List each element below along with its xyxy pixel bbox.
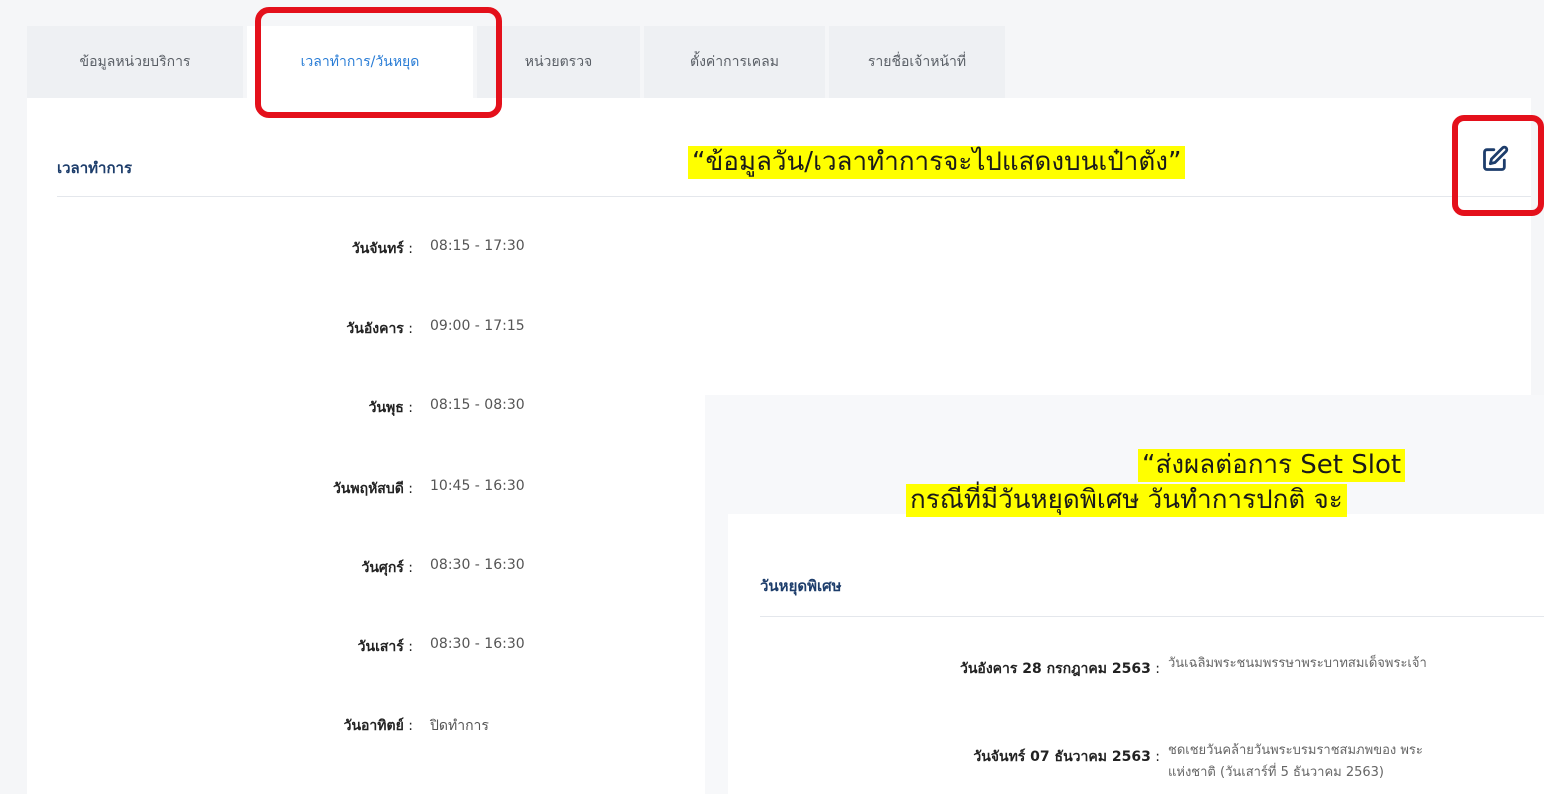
day-label: วันอาทิตย์ (344, 715, 413, 737)
holiday-description-line: แห่งชาติ (วันเสาร์ที่ 5 ธันวาคม 2563) (1168, 765, 1384, 780)
time-value: 10:45 - 16:30 (430, 478, 525, 494)
day-label: วันพฤหัสบดี (333, 478, 413, 500)
hours-row-friday: วันศุกร์ 08:30 - 16:30 (27, 557, 727, 581)
day-label: วันจันทร์ (352, 238, 413, 260)
time-value: 08:30 - 16:30 (430, 557, 525, 573)
annotation-note: กรณีที่มีวันหยุดพิเศษ วันทำการปกติ จะ (906, 484, 1347, 517)
holiday-description: วันเฉลิมพระชนมพรรษาพระบาทสมเด็จพระเจ้า (1168, 653, 1427, 675)
holiday-description: ชดเชยวันคล้ายวันพระบรมราชสมภพของ พระ แห่… (1168, 740, 1423, 784)
tab-bar: ข้อมูลหน่วยบริการ เวลาทำการ/วันหยุด หน่ว… (27, 26, 1009, 98)
tab-staff-list[interactable]: รายชื่อเจ้าหน้าที่ (829, 26, 1005, 98)
time-value: 08:15 - 17:30 (430, 238, 525, 254)
hours-row-sunday: วันอาทิตย์ ปิดทำการ (27, 715, 727, 739)
special-holidays-title: วันหยุดพิเศษ (760, 577, 842, 595)
tab-label: หน่วยตรวจ (524, 54, 593, 70)
hours-row-saturday: วันเสาร์ 08:30 - 16:30 (27, 636, 727, 660)
tab-label: ข้อมูลหน่วยบริการ (79, 54, 191, 70)
special-holidays-card: วันหยุดพิเศษ วันอังคาร 28 กรกฎาคม 2563 ว… (728, 514, 1544, 794)
hours-row-thursday: วันพฤหัสบดี 10:45 - 16:30 (27, 478, 727, 502)
annotation-note: “ส่งผลต่อการ Set Slot (1138, 449, 1406, 482)
time-value: 09:00 - 17:15 (430, 318, 525, 334)
divider (57, 196, 1531, 197)
holiday-description-line: วันเฉลิมพระชนมพรรษาพระบาทสมเด็จพระเจ้า (1168, 656, 1427, 671)
day-label: วันศุกร์ (362, 557, 414, 579)
tab-label: ตั้งค่าการเคลม (690, 54, 779, 70)
divider (760, 616, 1544, 617)
tab-label: รายชื่อเจ้าหน้าที่ (867, 54, 967, 70)
tab-highlight-box (255, 7, 502, 118)
hours-row-tuesday: วันอังคาร 09:00 - 17:15 (27, 318, 727, 342)
edit-highlight-box (1452, 115, 1544, 216)
working-hours-title: เวลาทำการ (57, 159, 133, 177)
day-label: วันเสาร์ (358, 636, 413, 658)
hours-row-monday: วันจันทร์ 08:15 - 17:30 (27, 238, 727, 262)
day-label: วันพุธ (369, 397, 413, 419)
time-value: ปิดทำการ (430, 718, 489, 734)
tab-service-unit-info[interactable]: ข้อมูลหน่วยบริการ (27, 26, 243, 98)
holiday-date: วันจันทร์ 07 ธันวาคม 2563 (973, 746, 1160, 768)
time-value: 08:30 - 16:30 (430, 636, 525, 652)
annotation-note: “ข้อมูลวัน/เวลาทำการจะไปแสดงบนเป๋าตัง” (688, 146, 1186, 179)
day-label: วันอังคาร (346, 318, 413, 340)
holiday-date: วันอังคาร 28 กรกฎาคม 2563 (960, 658, 1160, 680)
time-value: 08:15 - 08:30 (430, 397, 525, 413)
tab-claim-settings[interactable]: ตั้งค่าการเคลม (644, 26, 825, 98)
holiday-description-line: ชดเชยวันคล้ายวันพระบรมราชสมภพของ พระ (1168, 743, 1423, 758)
hours-row-wednesday: วันพุธ 08:15 - 08:30 (27, 397, 727, 421)
